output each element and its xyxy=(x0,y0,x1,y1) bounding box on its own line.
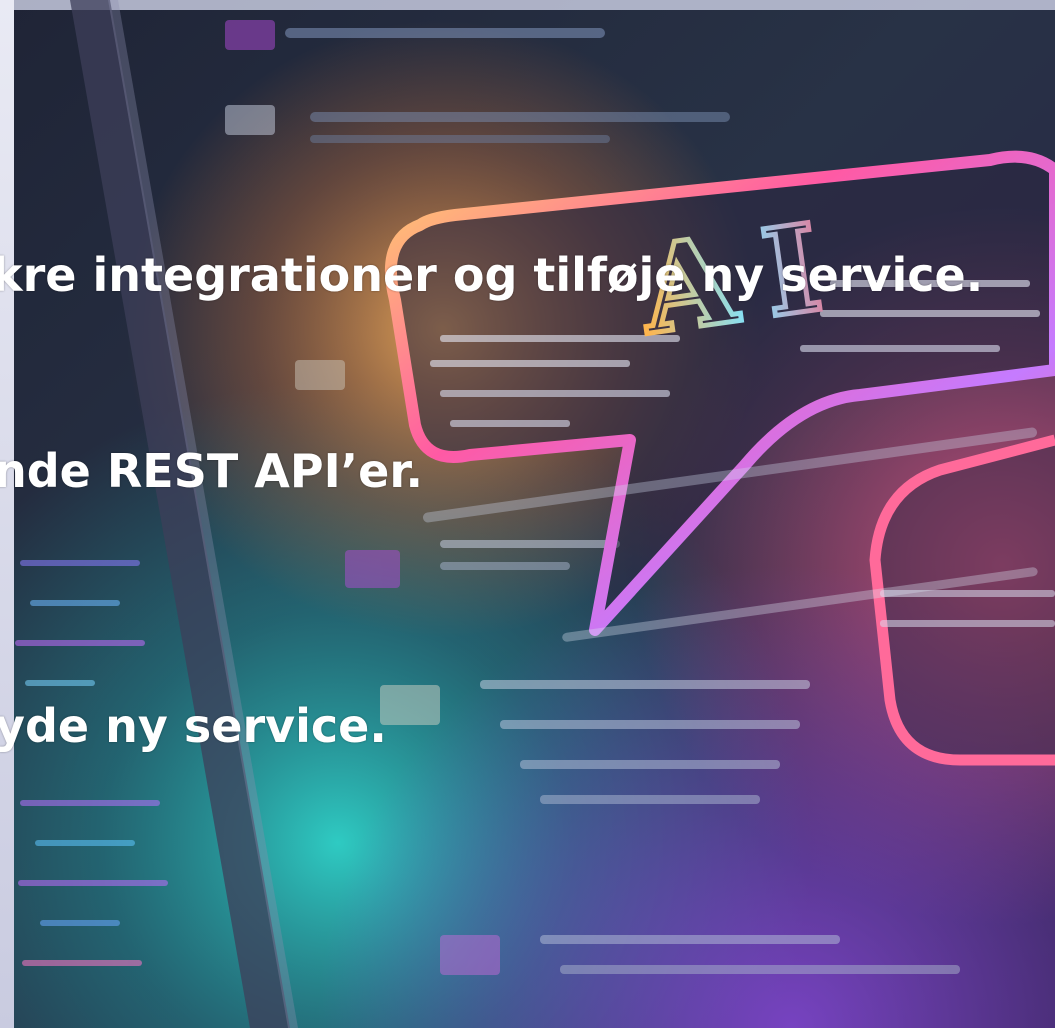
slide-canvas: AI kre integrationer og tilføje ny servi… xyxy=(0,0,1055,1028)
slide-text-line-2: nde REST API’er. xyxy=(0,444,423,498)
slide-left-edge xyxy=(0,0,14,1028)
ai-code-background-illustration: AI xyxy=(0,0,1055,1028)
slide-text-line-3: yde ny service. xyxy=(0,699,387,753)
slide-text-line-1: kre integrationer og tilføje ny service. xyxy=(0,248,984,302)
